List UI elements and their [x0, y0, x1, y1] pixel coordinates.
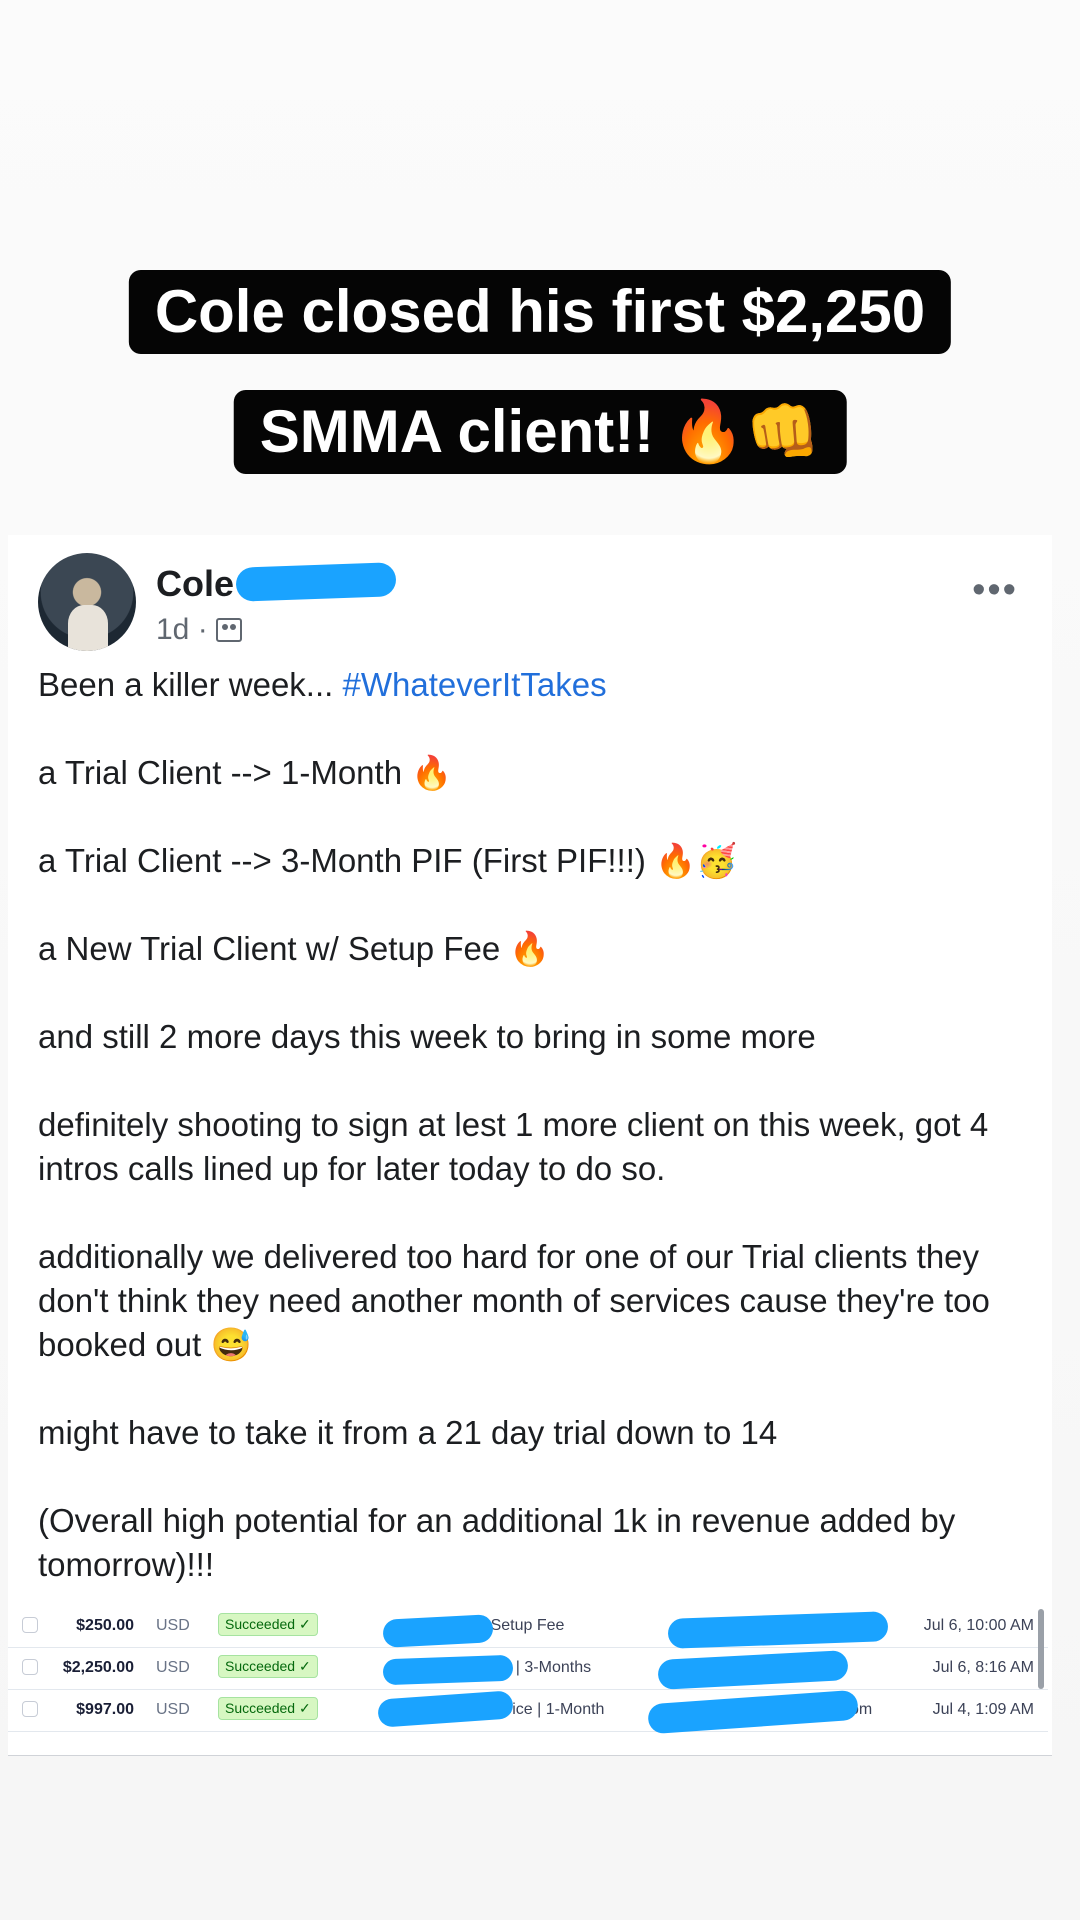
amount: $2,250.00: [62, 1659, 134, 1676]
row-checkbox[interactable]: [22, 1617, 38, 1633]
amount: $997.00: [76, 1701, 134, 1718]
friends-icon: [215, 618, 242, 642]
currency: USD: [156, 1659, 190, 1676]
divider: [8, 1755, 1052, 1756]
post-meta: 1d ·: [156, 613, 242, 647]
post-line: might have to take it from a 21 day tria…: [38, 1414, 778, 1451]
redaction-mark: [382, 1654, 514, 1686]
post-line: definitely shooting to sign at lest 1 mo…: [38, 1106, 989, 1187]
status-badge: Succeeded ✓: [218, 1655, 318, 1678]
date: Jul 6, 10:00 AM: [923, 1617, 1034, 1634]
status-badge: Succeeded ✓: [218, 1613, 318, 1636]
table-row[interactable]: $2,250.00 USD Succeeded ✓ oice | 3-Month…: [8, 1647, 1048, 1690]
post-line: additionally we delivered too hard for o…: [38, 1238, 990, 1363]
redaction-mark: [235, 562, 397, 602]
currency: USD: [156, 1617, 190, 1634]
row-checkbox[interactable]: [22, 1659, 38, 1675]
post-line: Been a killer week... #WhateverItTakes: [38, 666, 607, 703]
date: Jul 6, 8:16 AM: [932, 1659, 1034, 1676]
post-line: a New Trial Client w/ Setup Fee 🔥: [38, 930, 551, 967]
fire-fist-emoji: 🔥👊: [670, 397, 821, 467]
date: Jul 4, 1:09 AM: [932, 1701, 1034, 1718]
caption-line-2: SMMA client!! 🔥👊: [233, 390, 847, 474]
avatar[interactable]: [38, 553, 136, 651]
table-row[interactable]: $250.00 USD Succeeded ✓ | Setup Fee Jul …: [8, 1605, 1048, 1648]
caption-text-2: SMMA client!!: [259, 398, 655, 465]
author-name[interactable]: Cole: [156, 563, 234, 605]
caption-line-1: Cole closed his first $2,250: [128, 270, 952, 354]
description: | Setup Fee: [482, 1617, 565, 1634]
hashtag-link[interactable]: #WhateverItTakes: [342, 666, 606, 703]
post-line: a Trial Client --> 3-Month PIF (First PI…: [38, 842, 738, 879]
post-line: (Overall high potential for an additiona…: [38, 1502, 956, 1583]
post-time[interactable]: 1d ·: [156, 613, 208, 647]
post-line: and still 2 more days this week to bring…: [38, 1018, 816, 1055]
status-badge: Succeeded ✓: [218, 1697, 318, 1720]
caption-text-1: Cole closed his first $2,250: [154, 278, 926, 345]
more-options-icon[interactable]: •••: [972, 569, 1018, 612]
facebook-post-card: Cole 1d · ••• Been a killer week... #Wha…: [8, 535, 1052, 1755]
payments-table: $250.00 USD Succeeded ✓ | Setup Fee Jul …: [8, 1605, 1048, 1755]
post-line: a Trial Client --> 1-Month 🔥: [38, 754, 453, 791]
row-checkbox[interactable]: [22, 1701, 38, 1717]
amount: $250.00: [76, 1617, 134, 1634]
scrollbar[interactable]: [1038, 1609, 1044, 1689]
currency: USD: [156, 1701, 190, 1718]
table-row[interactable]: $997.00 USD Succeeded ✓ Invoice | 1-Mont…: [8, 1689, 1048, 1732]
post-body: Been a killer week... #WhateverItTakes a…: [38, 663, 1038, 1631]
redaction-mark: [382, 1614, 494, 1648]
